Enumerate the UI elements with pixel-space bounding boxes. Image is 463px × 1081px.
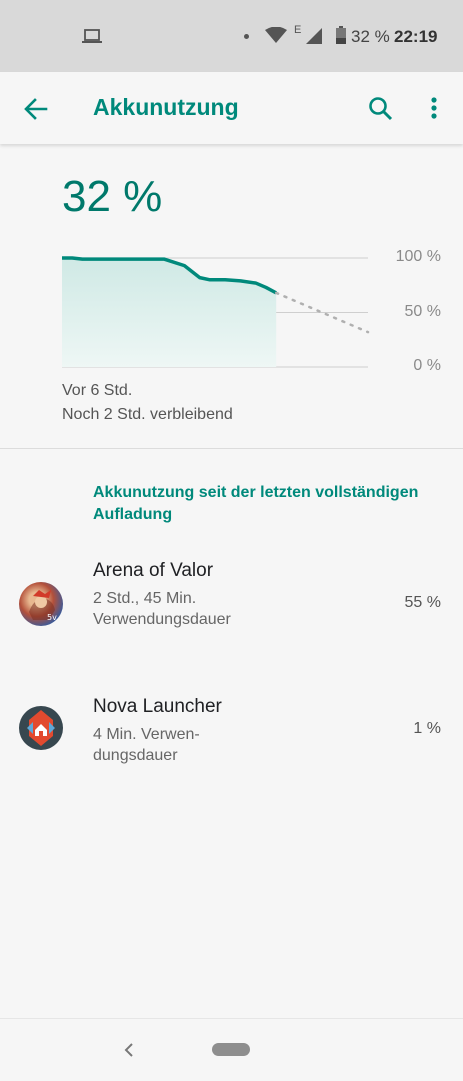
app-usage-percent: 55 % xyxy=(404,594,441,611)
app-usage-percent: 1 % xyxy=(413,720,441,737)
search-icon xyxy=(369,97,393,121)
search-button[interactable] xyxy=(366,94,396,124)
status-bar: E 32 % 22:19 xyxy=(0,0,463,72)
app-name: Nova Launcher xyxy=(93,696,222,717)
nova-launcher-icon xyxy=(19,706,63,750)
battery-usage-chart xyxy=(62,256,370,368)
network-type-label: E xyxy=(294,24,302,36)
more-vert-icon xyxy=(431,97,437,119)
battery-icon xyxy=(336,26,346,44)
clock: 22:19 xyxy=(394,27,438,46)
section-title: Akkunutzung seit der letzten vollständig… xyxy=(93,484,419,523)
page-title: Akkunutzung xyxy=(93,94,239,120)
battery-percent: 32 % xyxy=(351,27,390,46)
current-battery-level: 32 % xyxy=(62,172,163,221)
svg-text:5v: 5v xyxy=(47,613,57,622)
app-usage-item[interactable]: 5v Arena of Valor 2 Std., 45 Min. Verwen… xyxy=(0,556,463,666)
laptop-icon xyxy=(82,29,102,43)
arrow-back-icon xyxy=(24,98,48,120)
chart-area xyxy=(62,258,277,367)
notification-dot-icon xyxy=(244,34,249,39)
remaining-time-label: Noch 2 Std. verbleibend xyxy=(62,406,233,423)
nav-back-icon[interactable] xyxy=(122,1041,136,1059)
time-since-label: Vor 6 Std. xyxy=(62,382,133,399)
divider xyxy=(0,448,463,449)
app-usage-time: 4 Min. Verwen­dungsdauer xyxy=(93,726,200,764)
y-tick-label: 0 % xyxy=(413,357,441,374)
app-bar: Akkunutzung xyxy=(0,72,463,144)
wifi-icon xyxy=(265,27,287,43)
back-button[interactable] xyxy=(20,94,52,124)
more-options-button[interactable] xyxy=(424,94,444,124)
y-tick-label: 100 % xyxy=(395,248,441,265)
signal-icon xyxy=(306,28,322,44)
app-name: Arena of Valor xyxy=(93,560,214,581)
y-tick-label: 50 % xyxy=(404,302,441,320)
app-usage-item[interactable]: Nova Launcher 4 Min. Verwen­dungsdauer 1… xyxy=(0,692,463,782)
arena-of-valor-icon: 5v xyxy=(19,582,63,626)
app-usage-time: 2 Std., 45 Min. Verwendungs­dauer xyxy=(93,590,231,628)
nav-home-pill-icon[interactable] xyxy=(212,1043,250,1056)
navigation-bar xyxy=(0,1018,463,1081)
